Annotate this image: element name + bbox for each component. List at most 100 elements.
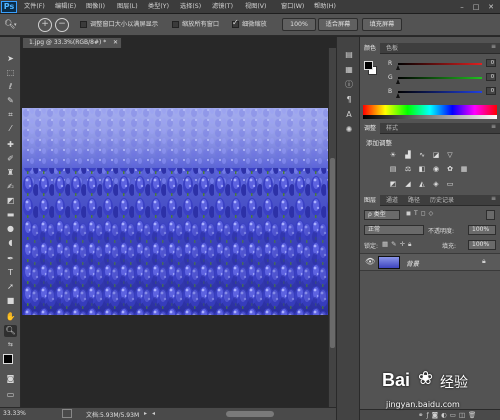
lock-icons[interactable]: ▦✎✛🔒︎ [382, 240, 415, 249]
zoom-all-windows-checkbox[interactable] [172, 21, 179, 28]
red-value[interactable]: 0 [486, 59, 496, 67]
zoom-tool-preset-icon[interactable]: 🔍︎ [4, 18, 22, 32]
layer-kind-filter[interactable]: ρ 类型 [364, 210, 400, 220]
layer-row[interactable]: 👁︎ 背景 🔒︎ [360, 253, 500, 271]
quick-select-tool-icon[interactable]: ✎ [4, 95, 17, 107]
green-slider[interactable] [398, 77, 482, 79]
menu-edit[interactable]: 编辑(E) [55, 0, 76, 14]
vertical-scrollbar[interactable] [328, 48, 336, 407]
photo-filter-icon[interactable]: ◉ [431, 164, 441, 174]
menu-layer[interactable]: 图层(L) [117, 0, 138, 14]
filter-toggle[interactable] [486, 210, 495, 220]
menu-help[interactable]: 帮助(H) [314, 0, 336, 14]
tab-swatches[interactable]: 色板 [382, 43, 402, 54]
zoom-in-icon[interactable]: + [38, 18, 52, 32]
rectangle-tool-icon[interactable]: ■ [4, 295, 17, 307]
zoom-100-button[interactable]: 100% [282, 18, 316, 31]
tab-color[interactable]: 颜色 [360, 43, 381, 54]
restore-icon[interactable]: □ [470, 2, 482, 12]
menu-image[interactable]: 图像(I) [86, 0, 105, 14]
exposure-icon[interactable]: ◪ [431, 150, 441, 160]
panel-menu-icon[interactable]: ≡ [491, 123, 496, 130]
info-icon[interactable]: ⓘ [343, 79, 355, 90]
menu-filter[interactable]: 滤镜(T) [212, 0, 233, 14]
status-menu-arrow-icon[interactable]: ▸ [144, 410, 147, 417]
scroll-left-icon[interactable]: ◂ [152, 410, 155, 417]
menu-view[interactable]: 视图(V) [245, 0, 266, 14]
zoom-tool-icon[interactable]: 🔍︎ [4, 325, 17, 337]
history-brush-tool-icon[interactable]: ✍ [4, 181, 17, 193]
fill-input[interactable]: 100% [468, 240, 496, 250]
move-tool-icon[interactable]: ➤ [4, 53, 17, 65]
horizontal-scrollbar-thumb[interactable] [226, 411, 274, 417]
path-select-tool-icon[interactable]: ➚ [4, 281, 17, 293]
scrubby-zoom-checkbox[interactable] [232, 18, 239, 28]
opacity-input[interactable]: 100% [468, 225, 496, 235]
history-icon[interactable]: ▤ [343, 49, 355, 60]
panel-menu-icon[interactable]: ≡ [491, 195, 496, 202]
red-slider-handle[interactable] [396, 65, 400, 70]
color-lookup-icon[interactable]: ▦ [459, 164, 469, 174]
menu-file[interactable]: 文件(F) [24, 0, 45, 14]
levels-icon[interactable]: ▟ [403, 150, 413, 160]
tab-adjustments[interactable]: 调整 [360, 123, 381, 134]
eye-icon[interactable]: 👁︎ [365, 257, 375, 266]
channel-mixer-icon[interactable]: ✿ [445, 164, 455, 174]
fill-screen-button[interactable]: 填充屏幕 [362, 18, 402, 31]
scrollbar-thumb[interactable] [330, 158, 335, 348]
brightness-contrast-icon[interactable]: ☀ [388, 150, 398, 160]
spectrum-bar[interactable] [363, 105, 497, 115]
blend-mode-select[interactable]: 正常 [364, 225, 424, 235]
zoom-out-icon[interactable]: − [55, 18, 69, 32]
gradient-tool-icon[interactable]: ▬ [4, 209, 17, 221]
document-image[interactable] [22, 108, 328, 315]
chevron-down-icon[interactable]: ▾ [14, 22, 19, 28]
blue-slider[interactable] [398, 91, 482, 93]
brush-tool-icon[interactable]: ✐ [4, 153, 17, 165]
tab-history[interactable]: 历史记录 [426, 195, 458, 206]
posterize-icon[interactable]: ◢ [403, 179, 413, 189]
eyedropper-tool-icon[interactable]: ⁄ [4, 123, 17, 135]
clone-stamp-tool-icon[interactable]: ♜ [4, 167, 17, 179]
type-tool-icon[interactable]: T [4, 267, 17, 279]
panel-menu-icon[interactable]: ≡ [491, 43, 496, 50]
green-value[interactable]: 0 [486, 73, 496, 81]
minimize-icon[interactable]: – [456, 2, 468, 12]
black-white-icon[interactable]: ◧ [417, 164, 427, 174]
character-icon[interactable]: A [343, 109, 355, 120]
healing-brush-tool-icon[interactable]: ✚ [4, 139, 17, 151]
quick-mask-icon[interactable]: ◙ [4, 373, 17, 385]
green-slider-handle[interactable] [396, 79, 400, 84]
menu-select[interactable]: 选择(S) [180, 0, 201, 14]
crop-tool-icon[interactable]: ⌗ [4, 109, 17, 121]
vibrance-icon[interactable]: ▽ [445, 150, 455, 160]
layer-name[interactable]: 背景 [406, 258, 419, 268]
lasso-tool-icon[interactable]: ℓ [4, 81, 17, 93]
invert-icon[interactable]: ◩ [388, 179, 398, 189]
tab-paths[interactable]: 路径 [404, 195, 424, 206]
blur-tool-icon[interactable]: ● [4, 223, 17, 235]
close-document-icon[interactable]: ✕ [113, 38, 118, 48]
blue-value[interactable]: 0 [486, 87, 496, 95]
red-slider[interactable] [398, 63, 482, 65]
close-icon[interactable]: ✕ [485, 2, 497, 12]
pen-tool-icon[interactable]: ✒ [4, 253, 17, 265]
fit-screen-button[interactable]: 适合屏幕 [318, 18, 358, 31]
foreground-color-swatch[interactable] [3, 354, 13, 364]
swap-colors-icon[interactable]: ⇆ [4, 339, 17, 351]
tab-styles[interactable]: 样式 [382, 123, 402, 134]
curves-icon[interactable]: ∿ [417, 150, 427, 160]
threshold-icon[interactable]: ◭ [417, 179, 427, 189]
eraser-tool-icon[interactable]: ◩ [4, 195, 17, 207]
selective-color-icon[interactable]: ◈ [431, 179, 441, 189]
tab-channels[interactable]: 通道 [382, 195, 402, 206]
menu-window[interactable]: 窗口(W) [281, 0, 304, 14]
document-tab[interactable]: 1.jpg @ 33.3%(RGB/8#) * ✕ [22, 37, 122, 48]
brush-presets-icon[interactable]: ✺ [343, 124, 355, 135]
paragraph-icon[interactable]: ¶ [343, 94, 355, 105]
screen-mode-icon[interactable]: ▭ [4, 389, 17, 401]
blue-slider-handle[interactable] [396, 93, 400, 98]
grayscale-ramp[interactable] [363, 115, 497, 119]
resize-windows-checkbox[interactable] [80, 21, 87, 28]
properties-icon[interactable]: ▦ [343, 64, 355, 75]
